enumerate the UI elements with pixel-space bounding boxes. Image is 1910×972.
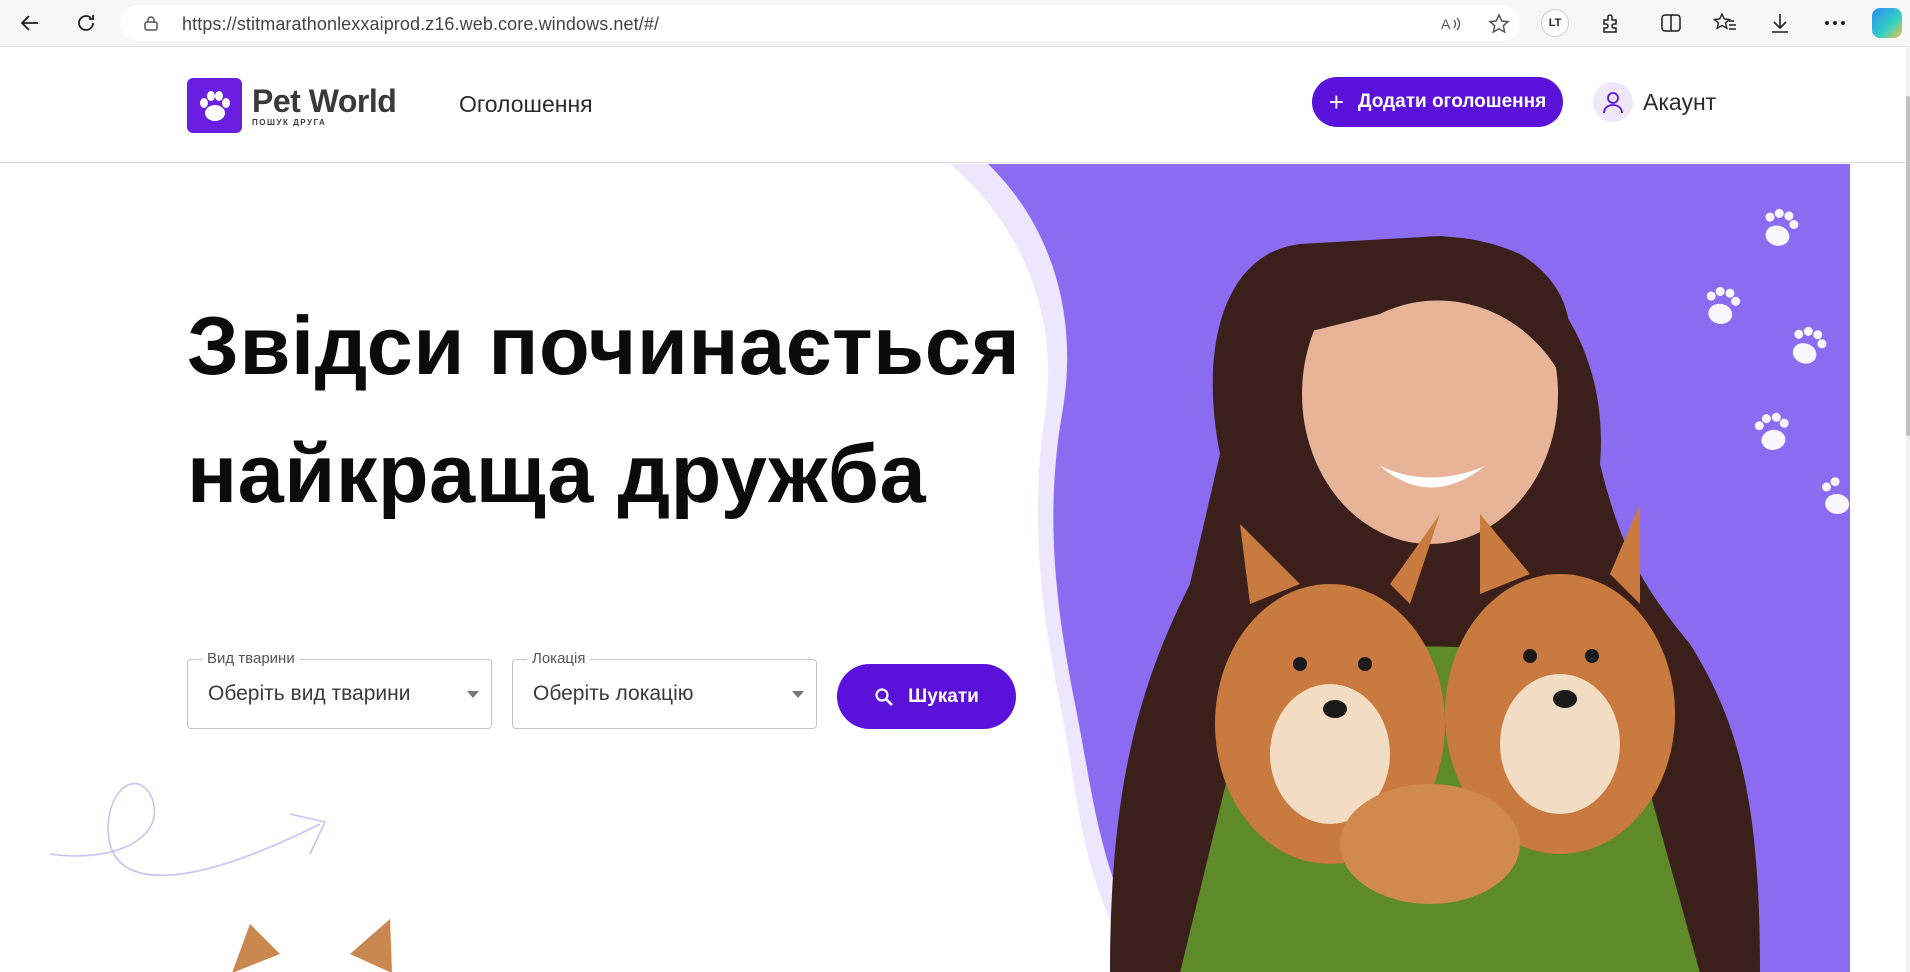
page-viewport: Pet World пошук друга Оголошення + Додат… (0, 46, 1906, 972)
animal-type-value: Оберіть вид тварини (208, 682, 411, 705)
favorite-star-icon[interactable] (1486, 11, 1512, 37)
more-menu-icon[interactable] (1820, 8, 1850, 38)
location-legend: Локація (527, 650, 591, 667)
site-header: Pet World пошук друга Оголошення + Додат… (0, 47, 1906, 163)
location-value: Оберіть локацію (533, 682, 694, 705)
logo-subtitle: пошук друга (252, 117, 327, 127)
back-icon[interactable] (14, 7, 46, 39)
address-bar[interactable]: https://stitmarathonlexxaiprod.z16.web.c… (120, 5, 1520, 41)
downloads-icon[interactable] (1765, 8, 1795, 38)
animal-type-legend: Вид тварини (202, 650, 300, 667)
user-icon (1593, 82, 1633, 122)
split-screen-icon[interactable] (1656, 8, 1686, 38)
lt-badge-text: LT (1541, 9, 1569, 37)
logo-title: Pet World (252, 82, 397, 119)
animal-type-select[interactable]: Вид тварини Оберіть вид тварини (187, 650, 492, 729)
copilot-icon[interactable] (1872, 8, 1902, 38)
account-label: Акаунт (1643, 88, 1717, 115)
url-text[interactable]: https://stitmarathonlexxaiprod.z16.web.c… (182, 14, 659, 35)
add-listing-button[interactable]: + Додати оголошення (1312, 77, 1563, 127)
chevron-down-icon (467, 691, 479, 698)
nav-link-listings[interactable]: Оголошення (459, 91, 593, 118)
languagetool-extension-icon[interactable]: LT (1540, 8, 1570, 38)
search-button-label: Шукати (908, 685, 979, 707)
refresh-icon[interactable] (70, 7, 102, 39)
location-select[interactable]: Локація Оберіть локацію (512, 650, 817, 729)
browser-toolbar: https://stitmarathonlexxaiprod.z16.web.c… (0, 0, 1910, 46)
favorites-icon[interactable] (1710, 8, 1740, 38)
extensions-icon[interactable] (1596, 8, 1626, 38)
lock-icon (144, 15, 158, 36)
site-logo[interactable]: Pet World пошук друга (187, 78, 397, 133)
search-icon (875, 687, 894, 706)
chevron-down-icon (792, 691, 804, 698)
paw-logo-icon (187, 78, 242, 133)
page-scrollbar[interactable] (1906, 46, 1910, 972)
read-aloud-icon[interactable]: A (1438, 11, 1464, 37)
search-button[interactable]: Шукати (837, 664, 1016, 729)
hero-title: Звідси починається найкраща дружба (187, 282, 1020, 538)
account-menu[interactable]: Акаунт (1593, 82, 1716, 122)
add-listing-label: Додати оголошення (1357, 91, 1547, 112)
hero-title-line2: найкраща дружба (187, 427, 927, 520)
svg-text:A: A (1441, 16, 1451, 32)
scrollbar-thumb[interactable] (1906, 96, 1910, 436)
hero-title-line1: Звідси починається (187, 299, 1021, 392)
arrow-doodle (49, 782, 327, 877)
dog-ears-peek (232, 919, 392, 972)
plus-icon: + (1328, 87, 1344, 117)
